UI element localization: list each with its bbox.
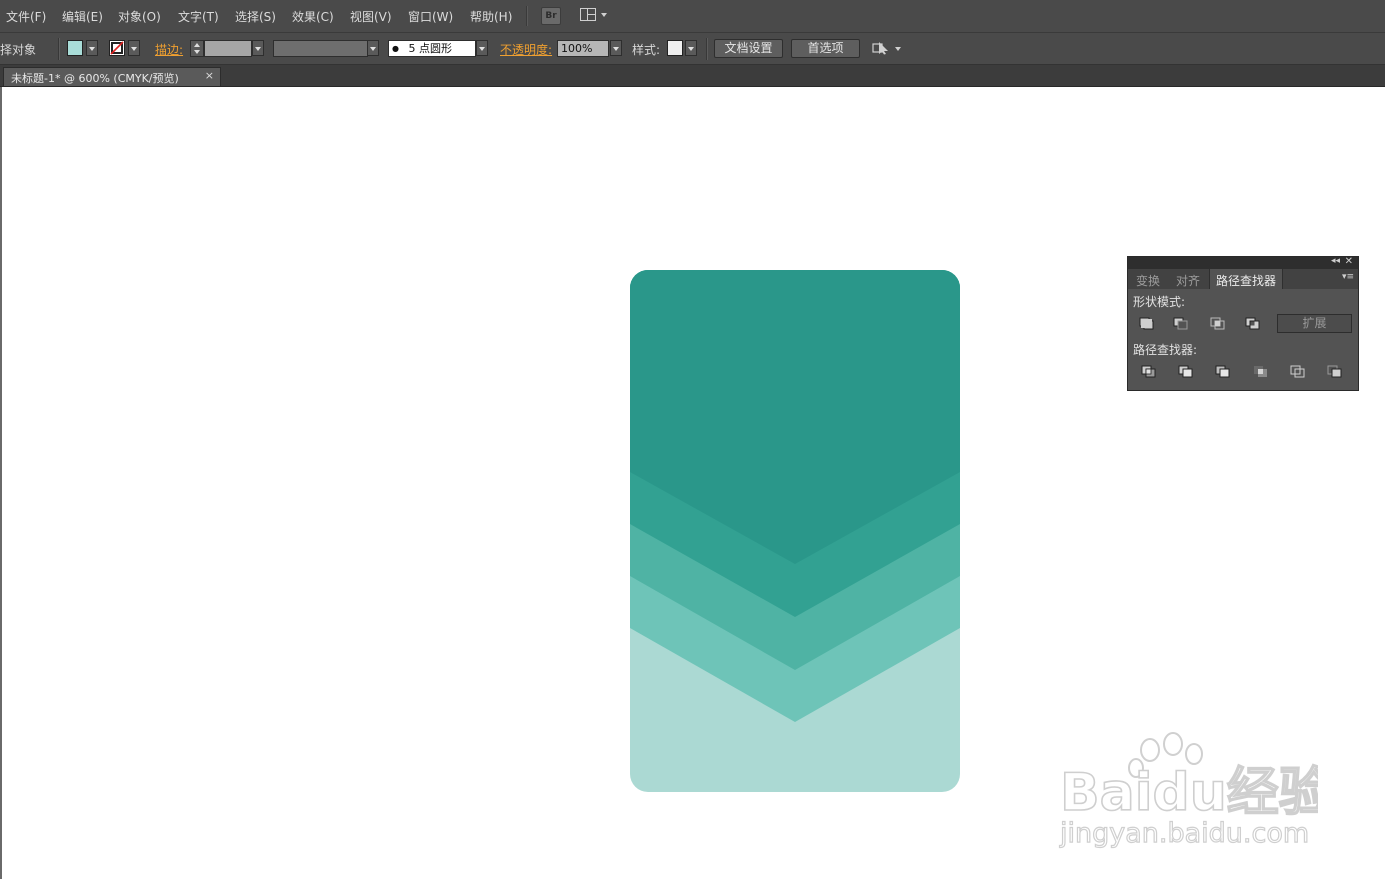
merge-icon[interactable] (1215, 365, 1231, 379)
opacity-field[interactable]: 100% (557, 40, 609, 57)
pathfinders-label: 路径查找器: (1133, 343, 1198, 357)
menu-edit[interactable]: 编辑(E) (62, 8, 103, 25)
crop-icon[interactable] (1253, 365, 1269, 379)
outline-icon[interactable] (1290, 365, 1306, 379)
expand-button[interactable]: 扩展 (1277, 314, 1352, 333)
minus-front-icon[interactable] (1173, 317, 1189, 331)
menu-effect[interactable]: 效果(C) (292, 8, 334, 25)
collapse-icon[interactable]: ◂◂ (1331, 256, 1340, 266)
watermark-url: jingyan.baidu.com (1059, 818, 1309, 849)
close-icon[interactable]: × (205, 69, 214, 82)
baidu-jingyan-watermark: Baidu经验 jingyan.baidu.com (1058, 730, 1332, 855)
exclude-icon[interactable] (1245, 317, 1261, 331)
document-tab-title: 未标题-1* @ 600% (CMYK/预览) (11, 72, 179, 85)
bridge-button[interactable]: Br (541, 7, 561, 25)
panel-tab-strip: 变换 对齐 路径查找器 (1128, 269, 1358, 289)
controlbar-separator (58, 38, 60, 60)
opacity-dropdown[interactable] (610, 40, 622, 56)
unite-icon[interactable] (1139, 317, 1155, 331)
control-bar: 择对象 描边: ● 5 点圆形 不透明度: 100% 样式: 文档设置 首选项 (0, 33, 1385, 65)
trim-icon[interactable] (1178, 365, 1194, 379)
tab-transform[interactable]: 变换 (1136, 272, 1160, 289)
fill-color-swatch[interactable] (67, 40, 83, 56)
variable-width-dropdown[interactable] (367, 40, 379, 56)
intersect-icon[interactable] (1210, 317, 1226, 331)
menu-select[interactable]: 选择(S) (235, 8, 276, 25)
brush-dot-icon: ● (392, 44, 399, 53)
menu-type[interactable]: 文字(T) (178, 8, 219, 25)
minus-back-icon[interactable] (1327, 365, 1343, 379)
document-tab-bar: 未标题-1* @ 600% (CMYK/预览) × (0, 65, 1385, 87)
brush-dropdown[interactable] (476, 40, 488, 56)
panel-menu-icon[interactable]: ▾≡ (1342, 272, 1354, 282)
chevron-down-icon (895, 47, 901, 51)
pathfinder-panel: ◂◂ ✕ 变换 对齐 路径查找器 ▾≡ 形状模式: 扩展 路径查找器: (1127, 256, 1359, 391)
canvas-left-edge (0, 87, 2, 879)
isolate-icon (872, 42, 888, 55)
close-icon[interactable]: ✕ (1345, 256, 1353, 267)
menu-view[interactable]: 视图(V) (350, 8, 392, 25)
stroke-weight-field[interactable] (204, 40, 252, 57)
tab-align[interactable]: 对齐 (1176, 272, 1200, 289)
menu-window[interactable]: 窗口(W) (408, 8, 453, 25)
menu-bar: 文件(F) 编辑(E) 对象(O) 文字(T) 选择(S) 效果(C) 视图(V… (0, 0, 1385, 33)
menu-object[interactable]: 对象(O) (118, 8, 161, 25)
stroke-label-link[interactable]: 描边: (155, 41, 183, 58)
brush-label: 5 点圆形 (408, 42, 452, 55)
document-setup-button[interactable]: 文档设置 (714, 39, 783, 58)
style-label: 样式: (632, 43, 661, 57)
tab-pathfinder[interactable]: 路径查找器 (1209, 269, 1284, 289)
workspace-switcher[interactable] (580, 7, 610, 25)
workspace-layout-icon (580, 8, 596, 21)
stroke-weight-spinner[interactable] (190, 40, 204, 57)
divide-icon[interactable] (1141, 365, 1157, 379)
isolation-options-button[interactable] (872, 41, 902, 57)
graphic-style-swatch[interactable] (667, 40, 683, 56)
selection-label: 择对象 (0, 43, 37, 57)
menu-help[interactable]: 帮助(H) (470, 8, 512, 25)
menu-file[interactable]: 文件(F) (6, 8, 46, 25)
controlbar-separator (706, 38, 708, 60)
panel-titlebar[interactable]: ◂◂ ✕ (1128, 256, 1358, 269)
watermark-brand: Baidu经验 (1060, 763, 1318, 823)
stroke-dropdown-arrow[interactable] (128, 40, 140, 56)
brush-definition-field[interactable]: ● 5 点圆形 (388, 40, 476, 57)
graphic-style-dropdown[interactable] (685, 40, 697, 56)
chevron-down-icon (601, 13, 607, 17)
fill-dropdown-arrow[interactable] (86, 40, 98, 56)
opacity-label-link[interactable]: 不透明度: (500, 41, 552, 58)
document-tab[interactable]: 未标题-1* @ 600% (CMYK/预览) × (3, 67, 221, 86)
shape-modes-label: 形状模式: (1133, 295, 1186, 309)
chevron-card-artwork[interactable] (630, 270, 960, 795)
stroke-color-swatch[interactable] (109, 40, 125, 56)
stroke-weight-dropdown[interactable] (252, 40, 264, 56)
menubar-separator (526, 6, 528, 26)
preferences-button[interactable]: 首选项 (791, 39, 860, 58)
no-stroke-icon (110, 41, 124, 55)
variable-width-field[interactable] (273, 40, 368, 57)
